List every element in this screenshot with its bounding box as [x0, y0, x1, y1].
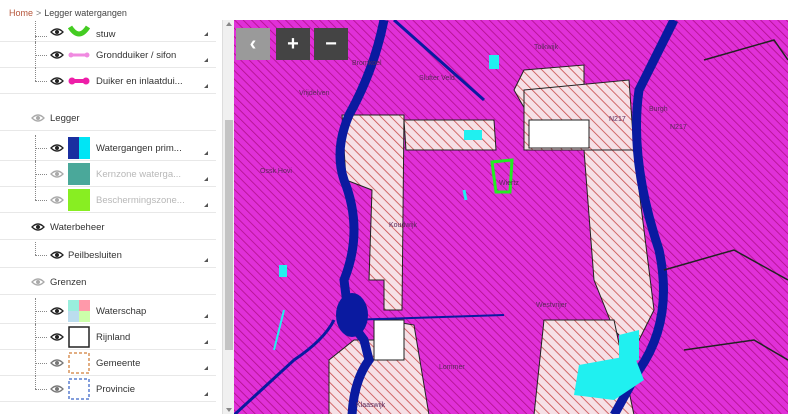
layer-row-gemeente[interactable]: Gemeente: [0, 350, 216, 376]
map-label: Ossk Hovi: [260, 168, 292, 175]
eye-icon[interactable]: [31, 277, 45, 287]
layer-panel: stuw Grondduiker / sifon Duiker en inlaa…: [0, 20, 222, 414]
layer-row-stuw[interactable]: stuw: [0, 20, 216, 42]
layer-row-provincie[interactable]: Provincie: [0, 376, 216, 402]
breadcrumb-separator: >: [36, 8, 42, 18]
breadcrumb: Home > Legger watergangen: [0, 0, 788, 20]
eye-icon[interactable]: [50, 27, 64, 37]
layer-label-kernzone: Kernzone waterga...: [96, 169, 182, 180]
layer-row-kernzone[interactable]: Kernzone waterga...: [0, 161, 216, 187]
map-label: Westvrijer: [536, 302, 567, 309]
eye-icon[interactable]: [50, 50, 64, 60]
eye-icon[interactable]: [50, 332, 64, 342]
layer-row-bescherming[interactable]: Beschermingszone...: [0, 187, 216, 213]
waterschap-swatch-icon: [68, 300, 90, 322]
bescherming-swatch-icon: [68, 189, 90, 211]
zoom-out-button[interactable]: −: [314, 28, 348, 60]
eye-icon[interactable]: [50, 358, 64, 368]
scrollbar-thumb[interactable]: [225, 120, 233, 350]
layer-group-waterbeheer[interactable]: Waterbeheer: [0, 214, 216, 240]
map-label: Bromkoel: [352, 60, 382, 67]
map-label: Slufter Veld: [419, 75, 455, 82]
water-swatch-icon: [68, 137, 90, 159]
layer-label-rijnland: Rijnland: [96, 332, 131, 343]
map-label: Klaaswijk: [356, 402, 386, 409]
layer-label-watergangen: Watergangen prim...: [96, 143, 182, 154]
layer-label-provincie: Provincie: [96, 384, 136, 395]
layer-row-duiker[interactable]: Duiker en inlaatdui...: [0, 68, 216, 94]
layer-row-rijnland[interactable]: Rijnland: [0, 324, 216, 350]
pink-line-icon: [68, 52, 90, 58]
eye-icon[interactable]: [50, 250, 64, 260]
layer-label-gemeente: Gemeente: [96, 358, 141, 369]
provincie-swatch-icon: [68, 378, 90, 400]
group-label-grenzen: Grenzen: [50, 277, 87, 288]
back-button[interactable]: ‹: [236, 28, 270, 60]
map-label: Tolkwijk: [534, 44, 559, 51]
group-label-legger: Legger: [50, 113, 80, 124]
eye-icon[interactable]: [50, 306, 64, 316]
eye-icon[interactable]: [50, 143, 64, 153]
layer-row-grondduiker[interactable]: Grondduiker / sifon: [0, 42, 216, 68]
eye-icon[interactable]: [31, 113, 45, 123]
map-label: Lommer: [439, 364, 465, 371]
eye-icon[interactable]: [31, 222, 45, 232]
breadcrumb-current: Legger watergangen: [44, 8, 127, 18]
scroll-down-icon[interactable]: [226, 408, 232, 412]
layer-label-bescherming: Beschermingszone...: [96, 195, 185, 206]
magenta-bar-icon: [68, 77, 90, 85]
map-canvas[interactable]: Tolkwijk Bromkoel Slufter Veld Vrijdelve…: [234, 20, 788, 414]
scroll-up-icon[interactable]: [226, 22, 232, 26]
breadcrumb-home-link[interactable]: Home: [9, 8, 33, 18]
map-label: N217: [670, 124, 687, 131]
layer-label-waterschap: Waterschap: [96, 306, 147, 317]
map-label: Wiertz: [499, 180, 519, 187]
layer-label-stuw: stuw: [96, 29, 116, 40]
layer-group-legger[interactable]: Legger: [0, 105, 216, 131]
kernzone-swatch-icon: [68, 163, 90, 185]
eye-icon[interactable]: [50, 384, 64, 394]
layer-group-grenzen[interactable]: Grenzen: [0, 269, 216, 295]
map-label: Burgh: [649, 106, 668, 113]
rijnland-swatch-icon: [68, 326, 90, 348]
map-layers: [234, 20, 788, 414]
layer-label-duiker: Duiker en inlaatdui...: [96, 76, 183, 87]
eye-icon[interactable]: [50, 195, 64, 205]
layer-row-watergangen[interactable]: Watergangen prim...: [0, 135, 216, 161]
layer-label-peilbesluiten: Peilbesluiten: [68, 250, 122, 261]
zoom-in-button[interactable]: +: [276, 28, 310, 60]
eye-icon[interactable]: [50, 169, 64, 179]
green-arc-icon: [68, 25, 90, 37]
eye-icon[interactable]: [50, 76, 64, 86]
map-label: Vrijdelven: [299, 90, 330, 97]
layer-row-waterschap[interactable]: Waterschap: [0, 298, 216, 324]
gemeente-swatch-icon: [68, 352, 90, 374]
map-label: N217: [609, 116, 626, 123]
group-label-waterbeheer: Waterbeheer: [50, 222, 105, 233]
layer-label-grondduiker: Grondduiker / sifon: [96, 50, 177, 61]
layer-row-peilbesluiten[interactable]: Peilbesluiten: [0, 242, 216, 268]
panel-scrollbar[interactable]: [222, 20, 234, 414]
map-label: Koudwijk: [389, 222, 418, 229]
